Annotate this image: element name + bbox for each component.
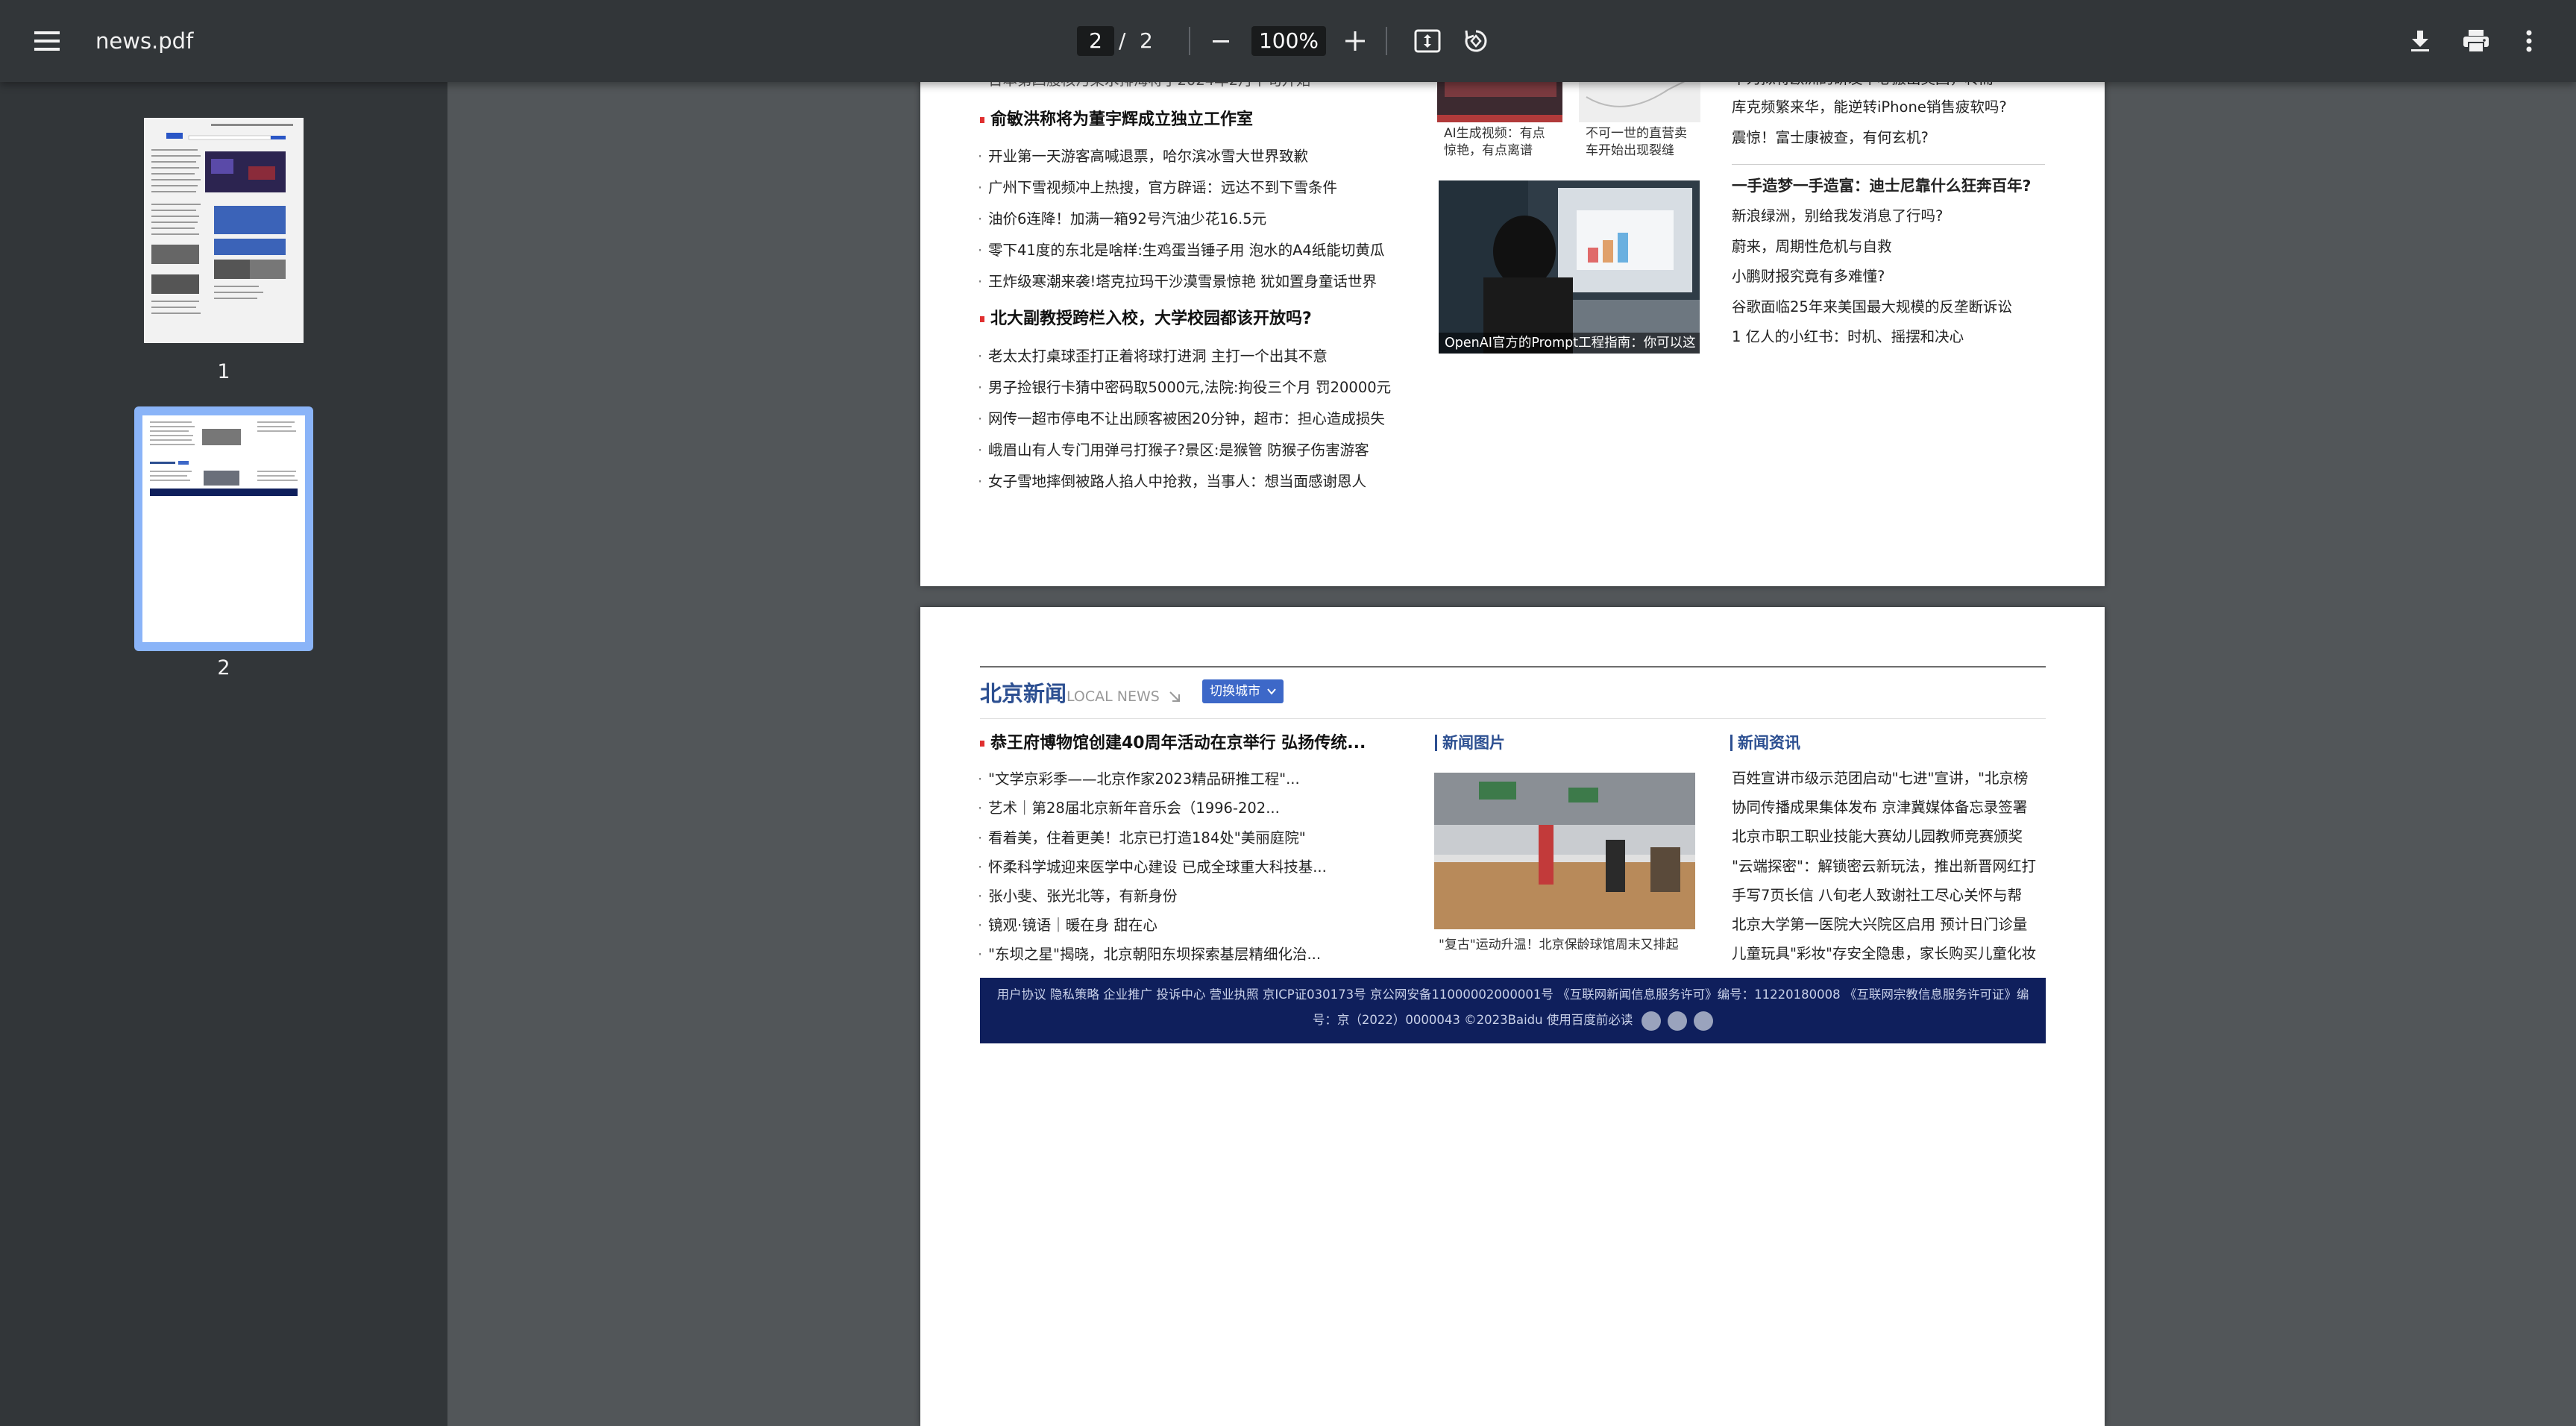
thumbnail-preview — [142, 415, 305, 642]
hamburger-icon — [34, 31, 60, 51]
thumbnail-preview — [144, 118, 304, 343]
section-subtitle: LOCAL NEWS — [1066, 688, 1160, 705]
news-image-main[interactable]: OpenAI官方的Prompt工程指南：你可以这 — [1439, 180, 1700, 354]
pdf-page-1: 日本第四艘核污染水排海将于2024年2月下旬开始 俞敏洪称将为董宇辉成立独立工作… — [920, 0, 2105, 586]
zoom-out-button[interactable] — [1202, 22, 1240, 60]
section-heading[interactable]: 新闻图片 — [1435, 732, 1505, 754]
list-item[interactable]: 震惊！富士康被查，有何玄机? — [1732, 128, 1929, 148]
list-item[interactable]: 手写7页长信 八旬老人致谢社工尽心关怀与帮 — [1732, 885, 2022, 906]
zoom-in-button[interactable] — [1336, 22, 1374, 60]
total-pages: 2 — [1140, 28, 1153, 53]
more-vert-icon — [2526, 30, 2532, 52]
pdf-page-2: 北京新闻 LOCAL NEWS 切换城市 恭王府博物馆创建40周年活动在京举行 … — [920, 607, 2105, 1426]
list-item[interactable]: 网传一超市停电不让出顾客被困20分钟，超市：担心造成损失 — [978, 409, 1385, 430]
page-thumbnail-2[interactable] — [142, 415, 305, 642]
list-item[interactable]: 新浪绿洲，别给我发消息了行吗? — [1732, 206, 1943, 227]
shield-badge-icon[interactable] — [1667, 1011, 1687, 1031]
print-button[interactable] — [2454, 21, 2498, 61]
minus-icon — [1213, 40, 1229, 43]
image-placeholder — [1434, 773, 1695, 929]
police-badge-icon[interactable] — [1641, 1011, 1661, 1031]
footer-copyright: 号：京（2022）0000043 ©2023Baidu 使用百度前必读 — [980, 1009, 2046, 1031]
thumbnail-label-2: 2 — [217, 656, 230, 679]
list-item[interactable]: 老太太打桌球歪打正着将球打进洞 主打一个出其不意 — [978, 346, 1328, 367]
headline-link[interactable]: 俞敏洪称将为董宇辉成立独立工作室 — [979, 109, 1253, 131]
page-number-input[interactable]: 2 — [1077, 26, 1114, 56]
list-item[interactable]: 谷歌面临25年来美国最大规模的反垄断诉讼 — [1732, 297, 2012, 318]
image-caption[interactable]: AI生成视频：有点惊艳，有点离谱 — [1444, 125, 1556, 160]
divider — [1732, 164, 2045, 165]
section-rule — [980, 666, 2046, 668]
list-item[interactable]: 儿童玩具"彩妆"存安全隐患，家长购买儿童化妆 — [1732, 943, 2036, 964]
list-item[interactable]: 开业第一天游客高喊退票，哈尔滨冰雪大世界致歉 — [978, 146, 1308, 167]
page-footer: 用户协议 隐私策略 企业推广 投诉中心 营业执照 京ICP证030173号 京公… — [980, 978, 2046, 1043]
list-item[interactable]: 北京大学第一医院大兴院区启用 预计日门诊量 — [1732, 914, 2027, 935]
list-item[interactable]: 张小斐、张光北等，有新身份 — [978, 886, 1177, 907]
list-item[interactable]: 蔚来，周期性危机与自救 — [1732, 236, 1892, 257]
list-item[interactable]: 零下41度的东北是啥样:生鸡蛋当锤子用 泡水的A4纸能切黄瓜 — [978, 240, 1384, 261]
list-item[interactable]: 镜观·镜语｜暖在身 甜在心 — [978, 915, 1157, 936]
list-item[interactable]: 看着美，住着更美！北京已打造184处"美丽庭院" — [978, 828, 1306, 849]
download-button[interactable] — [2400, 21, 2440, 61]
section-title: 北京新闻 — [980, 681, 1067, 706]
rotate-icon — [1465, 30, 1487, 52]
list-item[interactable]: 1 亿人的小红书：时机、摇摆和决心 — [1732, 327, 1964, 348]
switch-city-button[interactable]: 切换城市 — [1202, 679, 1284, 703]
image-caption[interactable]: 不可一世的直营卖车开始出现裂缝 — [1586, 125, 1697, 160]
list-item[interactable]: 峨眉山有人专门用弹弓打猴子?景区:是猴管 防猴子伤害游客 — [978, 440, 1369, 461]
section-heading[interactable]: 新闻资讯 — [1730, 732, 1800, 754]
print-icon — [2463, 30, 2489, 53]
divider — [1386, 27, 1387, 55]
file-title: news.pdf — [95, 28, 194, 54]
download-icon — [2411, 31, 2429, 51]
certificate-badge-icon[interactable] — [1694, 1011, 1714, 1031]
menu-button[interactable] — [22, 19, 72, 63]
list-item[interactable]: 王炸级寒潮来袭!塔克拉玛干沙漠雪景惊艳 犹如置身童话世界 — [978, 271, 1377, 292]
list-item[interactable]: 小鹏财报究竟有多难懂? — [1732, 266, 1885, 287]
list-item[interactable]: 北京市职工职业技能大赛幼儿园教师竞赛颁奖 — [1732, 826, 2023, 847]
photo-caption[interactable]: "复古"运动升温！北京保龄球馆周末又排起 — [1439, 937, 1695, 954]
section-rule — [980, 718, 2046, 719]
chevron-down-icon — [1267, 688, 1277, 695]
thumbnail-label-1: 1 — [217, 360, 230, 383]
image-caption-overlay: OpenAI官方的Prompt工程指南：你可以这 — [1439, 333, 1700, 354]
headline-link[interactable]: 一手造梦一手造富：迪士尼靠什么狂奔百年? — [1732, 175, 2031, 196]
list-item[interactable]: 油价6连降！加满一箱92号汽油少花16.5元 — [978, 209, 1266, 230]
rotate-button[interactable] — [1456, 21, 1496, 61]
list-item[interactable]: 协同传播成果集体发布 京津冀媒体备忘录签署 — [1732, 797, 2027, 818]
page-separator: / — [1119, 28, 1126, 53]
list-item[interactable]: 广州下雪视频冲上热搜，官方辟谣：远达不到下雪条件 — [978, 178, 1337, 198]
page-thumbnail-1[interactable] — [144, 118, 304, 343]
plus-icon — [1345, 31, 1365, 51]
footer-links[interactable]: 用户协议 隐私策略 企业推广 投诉中心 营业执照 京ICP证030173号 京公… — [980, 984, 2046, 1006]
list-item[interactable]: "云端探密"：解锁密云新玩法，推出新晋网红打 — [1732, 856, 2036, 877]
news-photo[interactable] — [1434, 773, 1695, 929]
more-options-button[interactable] — [2512, 21, 2546, 61]
list-item[interactable]: 男子捡银行卡猜中密码取5000元,法院:拘役三个月 罚20000元 — [978, 377, 1391, 398]
arrow-icon — [1169, 691, 1180, 702]
list-item[interactable]: 艺术｜第28届北京新年音乐会（1996-202... — [978, 798, 1280, 819]
zoom-input[interactable]: 100% — [1251, 26, 1326, 56]
headline-link[interactable]: 恭王府博物馆创建40周年活动在京举行 弘扬传统... — [979, 732, 1366, 755]
list-item[interactable]: 女子雪地摔倒被路人掐人中抢救，当事人：想当面感谢恩人 — [978, 471, 1366, 492]
list-item[interactable]: 库克频繁来华，能逆转iPhone销售疲软吗? — [1732, 97, 2007, 118]
list-item[interactable]: 百姓宣讲市级示范团启动"七进"宣讲，"北京榜 — [1732, 768, 2028, 789]
list-item[interactable]: "东坝之星"揭晓，北京朝阳东坝探索基层精细化治... — [978, 944, 1321, 965]
switch-city-label: 切换城市 — [1210, 684, 1260, 699]
list-item[interactable]: 怀柔科学城迎来医学中心建设 已成全球重大科技基... — [978, 857, 1327, 878]
fit-page-button[interactable] — [1407, 21, 1448, 61]
image-placeholder — [1439, 180, 1700, 354]
fit-to-page-icon — [1414, 29, 1441, 53]
divider — [1189, 27, 1190, 55]
footer-copyright-text: 号：京（2022）0000043 ©2023Baidu 使用百度前必读 — [1312, 1013, 1633, 1027]
pdf-toolbar: news.pdf 2 / 2 100% — [0, 0, 2576, 82]
list-item[interactable]: "文学京彩季——北京作家2023精品研推工程"... — [978, 769, 1300, 790]
headline-link[interactable]: 北大副教授跨栏入校，大学校园都该开放吗? — [980, 308, 1312, 330]
